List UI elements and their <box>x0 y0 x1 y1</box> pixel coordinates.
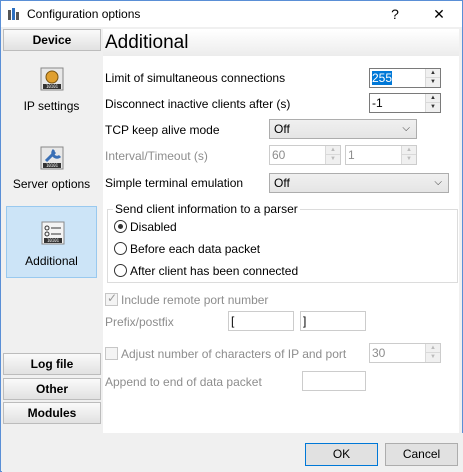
timeout-value: 1 <box>348 148 355 162</box>
svg-text:10101: 10101 <box>46 84 59 89</box>
spin-down-icon[interactable]: ▼ <box>426 78 440 87</box>
chevron-down-icon: ⌵ <box>434 177 442 188</box>
postfix-value: ] <box>303 314 307 328</box>
nav-label-server-options: Server options <box>12 177 91 191</box>
disconnect-input[interactable]: -1 ▲ ▼ <box>369 93 441 113</box>
postfix-input[interactable]: ] <box>300 311 366 331</box>
interval-value: 60 <box>272 148 286 162</box>
svg-text:10101: 10101 <box>47 238 60 243</box>
tcp-keepalive-select[interactable]: Off ⌵ <box>269 119 417 139</box>
nav-label-additional: Additional <box>25 254 78 268</box>
disconnect-value: -1 <box>372 96 383 110</box>
interval-label: Interval/Timeout (s) <box>105 149 208 163</box>
chevron-down-icon: ⌵ <box>402 123 410 134</box>
close-button[interactable]: ✕ <box>417 1 461 27</box>
app-icon <box>8 8 19 20</box>
wrench-icon: 10101 <box>40 146 64 170</box>
spin-down-icon[interactable]: ▼ <box>326 155 340 164</box>
nav-header-other[interactable]: Other <box>3 378 101 400</box>
radio-disabled[interactable] <box>114 220 127 233</box>
cancel-button[interactable]: Cancel <box>385 443 458 466</box>
dialog-footer: OK Cancel <box>2 433 463 472</box>
title-bar: Configuration options ? ✕ <box>1 1 462 27</box>
spin-up-icon[interactable]: ▲ <box>426 344 440 353</box>
nav-header-device[interactable]: Device <box>3 29 101 51</box>
radio-before-each-packet-label[interactable]: Before each data packet <box>130 242 260 256</box>
ok-button[interactable]: OK <box>305 443 378 466</box>
spin-down-icon[interactable]: ▼ <box>426 353 440 362</box>
nav-header-log-file[interactable]: Log file <box>3 353 101 375</box>
limit-spinner[interactable]: ▲ ▼ <box>425 69 440 87</box>
include-port-label[interactable]: Include remote port number <box>121 293 268 307</box>
nav-item-server-options[interactable]: 10101 Server options <box>6 139 97 201</box>
append-input[interactable] <box>302 371 366 391</box>
nav-item-additional[interactable]: 10101 Additional <box>6 206 97 278</box>
interval-spinner[interactable]: ▲ ▼ <box>325 146 340 164</box>
timeout-spinner[interactable]: ▲ ▼ <box>401 146 416 164</box>
terminal-emulation-value: Off <box>274 176 290 190</box>
limit-label: Limit of simultaneous connections <box>105 71 286 85</box>
checkmark-icon: ✓ <box>107 291 118 305</box>
parser-group-title: Send client information to a parser <box>113 202 300 216</box>
spin-down-icon[interactable]: ▼ <box>402 155 416 164</box>
terminal-emulation-select[interactable]: Off ⌵ <box>269 173 449 193</box>
adjust-characters-input[interactable]: 30 ▲ ▼ <box>369 343 441 363</box>
disconnect-spinner[interactable]: ▲ ▼ <box>425 94 440 112</box>
page-title: Additional <box>103 30 459 56</box>
append-label: Append to end of data packet <box>105 375 262 389</box>
timeout-input[interactable]: 1 ▲ ▼ <box>345 145 417 165</box>
spin-up-icon[interactable]: ▲ <box>426 69 440 78</box>
adjust-characters-value: 30 <box>372 346 386 360</box>
network-settings-icon: 10101 <box>40 67 64 91</box>
adjust-spinner[interactable]: ▲ ▼ <box>425 344 440 362</box>
radio-disabled-label[interactable]: Disabled <box>130 220 177 234</box>
spin-down-icon[interactable]: ▼ <box>426 103 440 112</box>
help-button[interactable]: ? <box>373 1 417 27</box>
window-title: Configuration options <box>27 7 141 21</box>
spin-up-icon[interactable]: ▲ <box>402 146 416 155</box>
adjust-characters-label[interactable]: Adjust number of characters of IP and po… <box>121 347 346 361</box>
configuration-window: Configuration options ? ✕ Device 10101 I… <box>0 0 463 472</box>
list-options-icon: 10101 <box>41 221 65 245</box>
interval-input[interactable]: 60 ▲ ▼ <box>269 145 341 165</box>
tcp-keepalive-label: TCP keep alive mode <box>105 123 220 137</box>
adjust-characters-checkbox[interactable] <box>105 347 118 360</box>
spin-up-icon[interactable]: ▲ <box>326 146 340 155</box>
prefix-postfix-label: Prefix/postfix <box>105 315 174 329</box>
limit-connections-input[interactable]: 255 ▲ ▼ <box>369 68 441 88</box>
include-port-checkbox[interactable]: ✓ <box>105 291 118 306</box>
disconnect-label: Disconnect inactive clients after (s) <box>105 97 291 111</box>
nav-label-ip-settings: IP settings <box>23 99 80 113</box>
radio-before-each-packet[interactable] <box>114 242 127 255</box>
radio-after-connected-label[interactable]: After client has been connected <box>130 264 298 278</box>
tcp-keepalive-value: Off <box>274 122 290 136</box>
radio-after-connected[interactable] <box>114 264 127 277</box>
svg-text:10101: 10101 <box>46 163 59 168</box>
nav-item-ip-settings[interactable]: 10101 IP settings <box>6 61 97 123</box>
spin-up-icon[interactable]: ▲ <box>426 94 440 103</box>
prefix-input[interactable]: [ <box>228 311 294 331</box>
nav-header-modules[interactable]: Modules <box>3 402 101 424</box>
terminal-emulation-label: Simple terminal emulation <box>105 176 244 190</box>
prefix-value: [ <box>231 314 235 328</box>
limit-connections-value: 255 <box>372 71 393 85</box>
